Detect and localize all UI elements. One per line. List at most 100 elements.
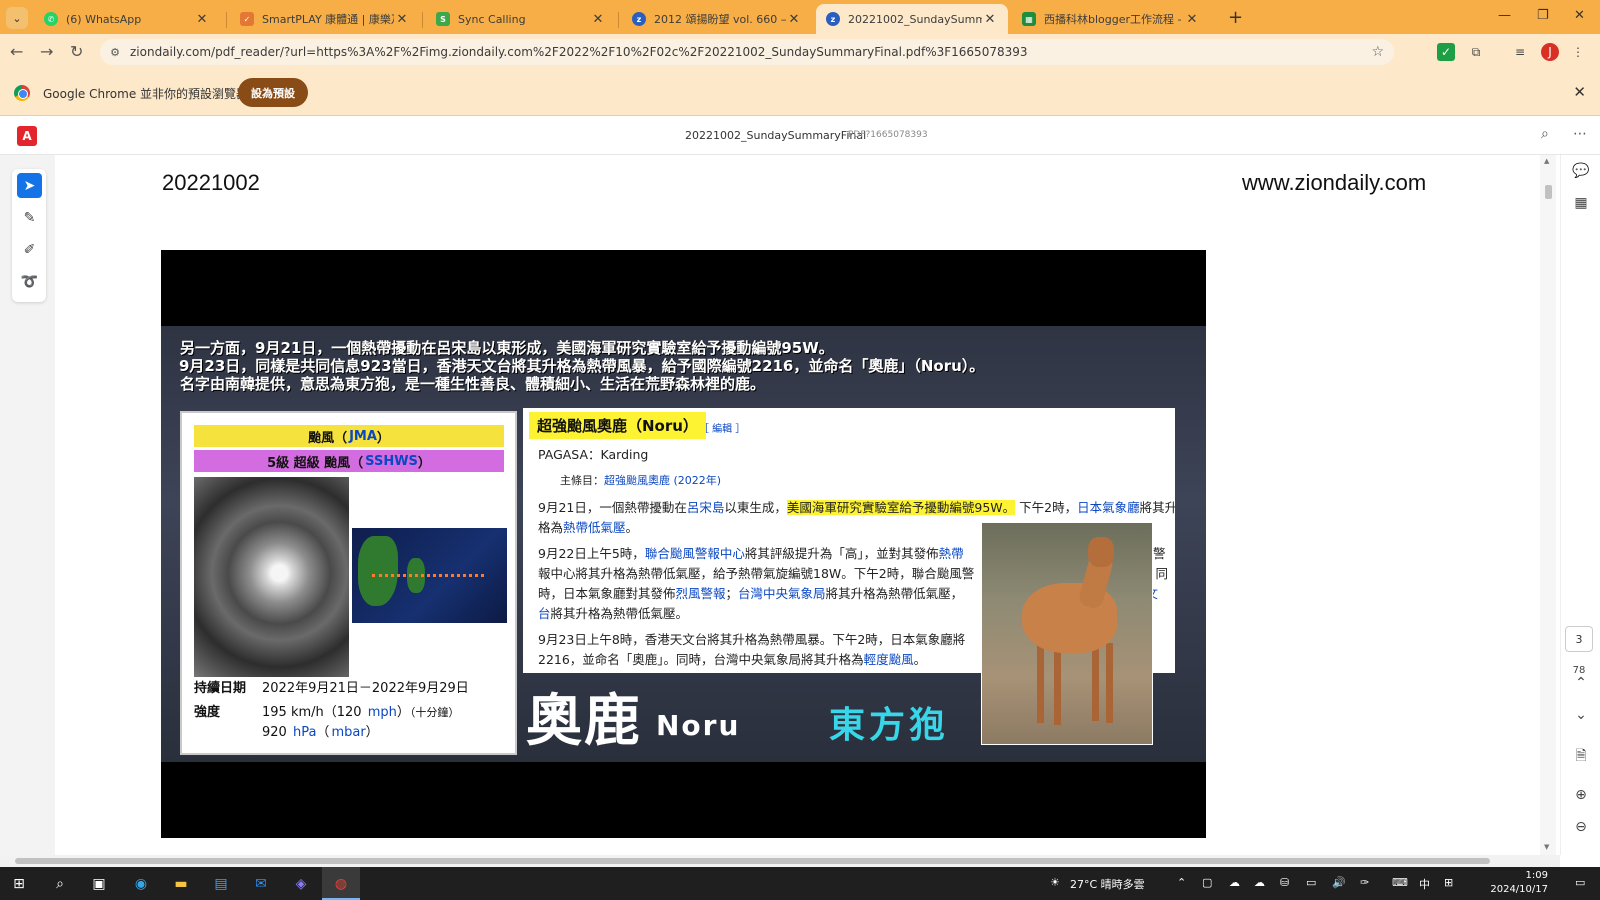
input-mode-icon[interactable]: ⊞ — [1444, 876, 1453, 889]
duration-value: 2022年9月21日－2022年9月29日 — [262, 681, 469, 696]
keyboard-icon[interactable]: ⌨ — [1392, 876, 1408, 889]
tab-ziondaily-660[interactable]: z 2012 頌揚盼望 vol. 660 —— 雙 ✕ — [622, 4, 812, 34]
task-view-icon[interactable]: ▣ — [89, 874, 109, 894]
extension-check-icon[interactable]: ✓ — [1437, 43, 1455, 61]
scroll-up-icon[interactable]: ▲ — [1544, 157, 1549, 165]
window-close-icon[interactable]: ✕ — [1574, 8, 1585, 23]
weather-icon[interactable]: ☀ — [1050, 876, 1060, 889]
tab-sunday-summary[interactable]: z 20221002_SundaySummaryFi ✕ — [816, 4, 1008, 34]
meet-icon[interactable]: ▢ — [1202, 876, 1212, 889]
close-tab-icon[interactable]: ✕ — [982, 12, 998, 27]
microsoft-store-icon[interactable]: ▤ — [211, 874, 231, 894]
thumbnails-grid-icon[interactable]: ▦ — [1571, 195, 1591, 211]
vertical-scrollbar[interactable]: ▲ ▼ — [1540, 155, 1556, 855]
wiki-paragraph: 2216，並命名「奧鹿」。同時，台灣中央氣象局將其升格為輕度颱風。 — [538, 649, 926, 668]
tab-google-sheets[interactable]: ▦ 西播科林blogger工作流程 - Go ✕ — [1012, 4, 1210, 34]
strength-note: （十分鐘） — [409, 706, 460, 719]
caption-chinese-name: 奧鹿 — [526, 689, 642, 754]
main-article-prefix: 主條目： — [560, 474, 604, 487]
page-up-icon[interactable]: ⌃ — [1571, 675, 1591, 691]
back-icon[interactable]: ← — [10, 42, 23, 61]
jma-link: JMA — [349, 428, 377, 444]
pen-icon[interactable]: ✑ — [1360, 876, 1369, 889]
wiki-text: 。 — [625, 520, 639, 535]
horizontal-scrollbar[interactable] — [0, 855, 1560, 867]
page-site: www.ziondaily.com — [1242, 170, 1427, 195]
mail-icon[interactable]: ✉ — [251, 874, 271, 894]
pressure-value: 920 — [262, 725, 291, 740]
tab-whatsapp[interactable]: ✆ (6) WhatsApp ✕ — [34, 4, 220, 34]
document-icon[interactable]: 🗎 — [1571, 745, 1591, 769]
tab-smartplay[interactable]: ✓ SmartPLAY 康體通 | 康樂及文化 ✕ — [230, 4, 420, 34]
drive-icon[interactable]: ⛁ — [1280, 876, 1289, 889]
onedrive-icon[interactable]: ☁ — [1254, 876, 1265, 889]
search-icon[interactable]: ⌕ — [1541, 126, 1549, 142]
extensions-puzzle-icon[interactable]: ⧉ — [1467, 43, 1485, 61]
wiki-text: 將其評級提升為「高」，並對其發佈 — [744, 546, 939, 561]
media-controls-icon[interactable]: ≡ — [1511, 43, 1529, 61]
tray-overflow-icon[interactable]: ⌃ — [1177, 876, 1186, 889]
windows-start-icon[interactable]: ⊞ — [9, 874, 29, 894]
more-options-icon[interactable]: ⋯ — [1573, 126, 1587, 142]
browser-toolbar: ← → ↻ ⚙ ziondaily.com/pdf_reader/?url=ht… — [0, 34, 1600, 70]
comments-icon[interactable]: 💬 — [1571, 163, 1591, 179]
duration-row: 持續日期 2022年9月21日－2022年9月29日 — [194, 677, 469, 696]
zoom-in-icon[interactable]: ⊕ — [1571, 787, 1591, 803]
weather-text[interactable]: 27°C 晴時多雲 — [1070, 876, 1145, 892]
close-tab-icon[interactable]: ✕ — [590, 12, 606, 27]
windows-taskbar: ⊞ ⌕ ▣ ◉ ▬ ▤ ✉ ◈ ◍ ☀ 27°C 晴時多雲 ⌃ ▢ ☁ ☁ ⛁ … — [0, 867, 1600, 900]
infobox-title: 颱風（ JMA） — [194, 425, 504, 447]
default-browser-infobar: Google Chrome 並非你的預設瀏覽器 設為預設 ✕ — [0, 70, 1600, 116]
pdf-viewer[interactable]: 20221002 www.ziondaily.com 另一方面，9月21日，一個… — [55, 155, 1540, 855]
tab-sync-calling[interactable]: S Sync Calling ✕ — [426, 4, 616, 34]
set-default-button[interactable]: 設為預設 — [238, 78, 308, 107]
select-cursor-icon[interactable]: ➤ — [17, 173, 42, 198]
infobox-category-text: 5級 超級 颱風（ — [267, 455, 364, 471]
close-tab-icon[interactable]: ✕ — [194, 12, 210, 27]
copilot-icon[interactable]: ◈ — [291, 874, 311, 894]
chrome-icon[interactable]: ◍ — [331, 874, 351, 894]
wiki-paragraph: 報中心將其升格為熱帶低氣壓，給予熱帶氣旋編號18W。下午2時，聯合颱風警 — [538, 566, 975, 581]
edge-browser-icon[interactable]: ◉ — [131, 874, 151, 894]
ime-indicator[interactable]: 中 — [1419, 876, 1430, 892]
clock-time: 1:09 — [1525, 870, 1548, 881]
close-tab-icon[interactable]: ✕ — [786, 12, 802, 27]
search-icon[interactable]: ⌕ — [50, 874, 70, 894]
add-comment-icon[interactable]: ✎ — [17, 205, 42, 230]
horizontal-scroll-thumb[interactable] — [15, 858, 1490, 864]
scroll-thumb[interactable] — [1545, 185, 1552, 199]
profile-avatar[interactable]: J — [1541, 43, 1559, 61]
draw-lasso-icon[interactable]: ➰ — [17, 269, 42, 294]
deer-head — [1088, 537, 1114, 567]
document-id: PDF?1665078393 — [848, 130, 928, 140]
reload-icon[interactable]: ↻ — [70, 42, 83, 61]
notifications-icon[interactable]: ▭ — [1575, 876, 1585, 889]
url-text[interactable]: ziondaily.com/pdf_reader/?url=https%3A%2… — [130, 45, 1371, 59]
minimize-icon[interactable]: — — [1498, 8, 1511, 23]
close-tab-icon[interactable]: ✕ — [394, 12, 410, 27]
wiki-text: 。 — [913, 652, 927, 667]
ziondaily-icon: z — [632, 12, 646, 26]
restore-icon[interactable]: ❐ — [1537, 8, 1549, 23]
infobox-title-text: 颱風（ — [308, 430, 348, 446]
slide-text-line: 名字由南韓提供，意思為東方狍，是一種生性善良、體積細小、生活在荒野森林裡的鹿。 — [180, 375, 766, 393]
highlight-pen-icon[interactable]: ✐ — [17, 237, 42, 262]
new-tab-button[interactable]: + — [1228, 7, 1243, 28]
file-explorer-icon[interactable]: ▬ — [171, 874, 191, 894]
tab-search-button[interactable]: ⌄ — [6, 7, 28, 29]
system-clock[interactable]: 1:09 2024/10/17 — [1486, 869, 1548, 897]
site-info-icon[interactable]: ⚙ — [106, 43, 124, 61]
zoom-out-icon[interactable]: ⊖ — [1571, 819, 1591, 835]
close-tab-icon[interactable]: ✕ — [1184, 12, 1200, 27]
infobar-close-icon[interactable]: ✕ — [1573, 83, 1586, 101]
volume-icon[interactable]: 🔊 — [1332, 876, 1346, 889]
cloud-off-icon[interactable]: ☁ — [1229, 876, 1240, 889]
menu-kebab-icon[interactable]: ⋮ — [1569, 43, 1587, 61]
forward-icon[interactable]: → — [40, 42, 53, 61]
scroll-down-icon[interactable]: ▼ — [1544, 843, 1549, 851]
bookmark-star-icon[interactable]: ☆ — [1371, 44, 1384, 60]
network-icon[interactable]: ▭ — [1306, 876, 1316, 889]
current-page-input[interactable]: 3 — [1565, 626, 1593, 652]
page-down-icon[interactable]: ⌄ — [1571, 707, 1591, 723]
address-bar[interactable]: ⚙ ziondaily.com/pdf_reader/?url=https%3A… — [100, 39, 1394, 65]
